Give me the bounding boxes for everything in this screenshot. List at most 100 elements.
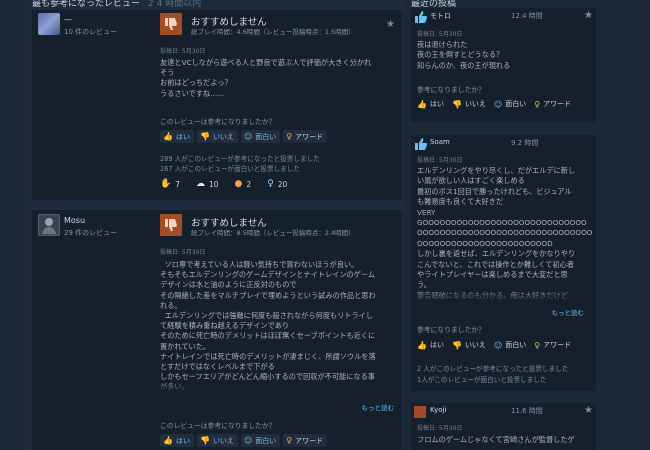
thumbs-down-icon (414, 406, 426, 418)
award-count: 20 (277, 179, 288, 189)
award-label: アワード (295, 132, 324, 141)
vote-yes-label: はい (175, 132, 190, 141)
award-button[interactable]: ♀ アワード (534, 99, 571, 109)
award-icon: ♀ (286, 436, 293, 445)
review-body: 友達とVCしながら遊べる人と野良で遊ぶ人で評価が大きく分かれ そう お前はどっち… (160, 58, 372, 98)
award-star-icon[interactable]: ★ (386, 19, 395, 30)
vote-no-button[interactable]: 👎 いいえ (452, 99, 486, 109)
vote-yes-button[interactable]: 👍 はい (417, 340, 444, 350)
vote-buttons: 👍 はい 👎 いいえ ☺ 面白い ♀ アワード (417, 340, 571, 350)
text-fade (160, 380, 400, 394)
review-content: おすすめしません 総プレイ時間：8.5時間（レビュー投稿時点：2.4時間） 投稿… (160, 214, 400, 450)
vote-no-button[interactable]: 👎 いいえ (452, 340, 486, 350)
award-count: 7 (175, 179, 180, 189)
recent-review-card: Kyoji 11.6 時間 ★ 投稿日: 5月30日 フロムのゲームじゃなくて宮… (411, 403, 596, 450)
award-count: 10 (209, 179, 219, 189)
helpful-count: 289 人がこのレビューが参考になったと投票しました (160, 155, 320, 163)
thumbs-down-icon (160, 214, 182, 236)
award-star-icon[interactable]: ★ (584, 405, 593, 416)
award-icon: ♀ (534, 99, 541, 109)
award-icon: ♀ (286, 132, 293, 141)
read-more-link[interactable]: もっと読む (552, 307, 585, 317)
reviewer-name[interactable]: Kyoji (430, 406, 446, 414)
reviewer-name[interactable]: — (64, 15, 72, 24)
vote-funny-button[interactable]: ☺ 面白い (494, 99, 526, 109)
thumbs-up-icon: 👍 (163, 436, 173, 445)
award-item[interactable]: ● 2 (235, 179, 252, 189)
review-body: エルデンリングをやり尽くし、だがエルデに新し い風が欲しい人はすごく楽しめる 最… (417, 166, 593, 300)
review-playtime: 総プレイ時間：4.6時間（レビュー投稿時点：1.5時間） (191, 28, 355, 36)
review-body: ソロ専で考えている人は軽い気持ちで買わないほうが良い。 そもそもエルデンリングの… (160, 260, 376, 391)
smiley-icon: ☺ (493, 99, 503, 109)
recent-review-card: Soam 9.2 時間 投稿日: 5月30日 エルデンリングをやり尽くし、だがエ… (411, 135, 596, 391)
recent-review-card: モトロ 12.4 時間 ★ 投稿日: 5月30日 夜は退けられた 夜の王を倒すと… (411, 8, 596, 122)
sun-icon: ● (234, 179, 243, 189)
smiley-icon: ☺ (493, 340, 503, 350)
award-button[interactable]: ♀ アワード (534, 340, 571, 350)
review-content: おすすめしません 総プレイ時間：4.6時間（レビュー投稿時点：1.5時間） ★ … (160, 13, 400, 198)
avatar[interactable] (38, 13, 60, 35)
reviews-page: 最も参考になったレビュー 2 4 時間以内 最近の投稿 — 10 件のレビュー お… (0, 0, 650, 450)
vote-yes-label: はい (429, 100, 444, 108)
thumbs-up-icon: 👍 (417, 340, 427, 350)
vote-yes-button[interactable]: 👍 はい (160, 130, 194, 143)
vote-buttons: 👍 はい 👎 いいえ ☺ 面白い ♀ アワード (160, 434, 328, 447)
vote-yes-button[interactable]: 👍 はい (160, 434, 194, 447)
thumbs-down-icon: 👎 (451, 340, 462, 350)
vote-no-button[interactable]: 👎 いいえ (196, 434, 238, 447)
award-label: アワード (295, 436, 324, 445)
scrollbar[interactable] (598, 0, 602, 450)
review-body: フロムのゲームじゃなくて宮崎さんが監督したゲ (417, 435, 575, 444)
reviewer-review-count[interactable]: 10 件のレビュー (64, 27, 117, 37)
vote-buttons: 👍 はい 👎 いいえ ☺ 面白い ♀ アワード (417, 99, 571, 109)
avatar[interactable] (38, 214, 60, 236)
vote-yes-button[interactable]: 👍 はい (417, 99, 444, 109)
reviewer-name[interactable]: Mosu (64, 216, 85, 225)
vote-no-label: いいえ (464, 100, 486, 108)
vote-funny-label: 面白い (255, 132, 277, 141)
hands-icon: ✋ (160, 179, 172, 189)
award-button[interactable]: ♀ アワード (283, 434, 328, 447)
review-date: 投稿日: 5月30日 (160, 249, 206, 256)
review-date: 投稿日: 5月30日 (417, 31, 463, 38)
review-date: 投稿日: 5月30日 (417, 425, 463, 432)
vote-buttons: 👍 はい 👎 いいえ ☺ 面白い ♀ アワード (160, 130, 328, 143)
review-date: 投稿日: 5月30日 (160, 48, 206, 55)
helpful-question: このレビューは参考になりましたか？ (160, 422, 276, 430)
award-button[interactable]: ♀ アワード (283, 130, 328, 143)
award-item[interactable]: ♀ 20 (267, 179, 287, 189)
most-helpful-title: 最も参考になったレビュー 2 4 時間以内 (32, 0, 201, 9)
vote-yes-label: はい (175, 436, 190, 445)
vote-no-button[interactable]: 👎 いいえ (196, 130, 238, 143)
reviewer-review-count[interactable]: 29 件のレビュー (64, 228, 117, 238)
helpful-count: 2 人がこのレビューが参考になったと投票しました (417, 365, 569, 373)
award-star-icon[interactable]: ★ (584, 10, 593, 21)
read-more-link[interactable]: もっと読む (362, 402, 395, 412)
reviewer-name[interactable]: Soam (430, 138, 450, 146)
review-card: — 10 件のレビュー おすすめしません 総プレイ時間：4.6時間（レビュー投稿… (32, 10, 402, 200)
smiley-icon: ☺ (243, 132, 253, 141)
award-item[interactable]: ☁ 10 (196, 179, 219, 189)
thumbs-down-icon: 👎 (199, 132, 210, 141)
thumbs-up-icon (415, 138, 427, 150)
thumbs-up-icon (415, 11, 427, 23)
vote-funny-label: 面白い (505, 341, 527, 349)
thumbs-down-icon (160, 13, 182, 35)
vote-funny-button[interactable]: ☺ 面白い (240, 434, 281, 447)
thumbs-down-icon: 👎 (451, 99, 462, 109)
vote-funny-label: 面白い (255, 436, 277, 445)
vote-funny-button[interactable]: ☺ 面白い (494, 340, 526, 350)
review-playtime: 総プレイ時間：8.5時間（レビュー投稿時点：2.4時間） (191, 229, 355, 237)
helpful-question: このレビューは参考になりましたか？ (160, 118, 276, 126)
vote-no-label: いいえ (464, 341, 486, 349)
review-date: 投稿日: 5月30日 (417, 157, 463, 164)
thumbs-up-icon: 👍 (163, 132, 173, 141)
review-hours: 12.4 時間 (511, 12, 543, 20)
reviewer-name[interactable]: モトロ (430, 11, 451, 21)
received-awards: ✋ 7 ☁ 10 ● 2 ♀ 20 (160, 179, 287, 189)
most-helpful-heading: 最も参考になったレビュー (32, 0, 141, 9)
award-item[interactable]: ✋ 7 (160, 179, 180, 189)
vote-funny-button[interactable]: ☺ 面白い (240, 130, 281, 143)
thumbs-up-icon: 👍 (417, 99, 427, 109)
funny-count: 267 人がこのレビューが面白いと投票しました (160, 165, 300, 173)
